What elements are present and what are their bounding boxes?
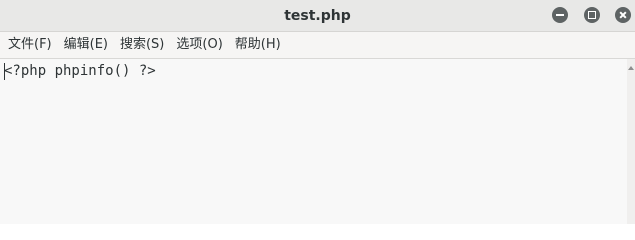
menu-bar: 文件(F) 编辑(E) 搜索(S) 选项(O) 帮助(H) <box>0 32 635 59</box>
minimize-button[interactable] <box>552 7 568 23</box>
menu-file[interactable]: 文件(F) <box>2 32 58 58</box>
minimize-icon <box>556 14 564 16</box>
menu-help[interactable]: 帮助(H) <box>229 32 287 58</box>
text-caret <box>4 63 5 80</box>
menu-search[interactable]: 搜索(S) <box>114 32 170 58</box>
menu-options[interactable]: 选项(O) <box>170 32 228 58</box>
title-bar[interactable]: test.php <box>0 0 635 32</box>
close-icon <box>615 7 631 23</box>
maximize-button[interactable] <box>584 7 600 23</box>
chevron-up-icon[interactable] <box>628 66 634 70</box>
text-editor-window: test.php 文件(F) 编辑(E) 搜索(S) 选项(O) 帮助(H) <… <box>0 0 635 224</box>
vertical-scrollbar[interactable] <box>627 59 635 224</box>
maximize-icon <box>588 11 596 19</box>
text-editor-area[interactable]: <?php phpinfo() ?> <box>0 59 627 224</box>
code-line-1[interactable]: <?php phpinfo() ?> <box>4 62 156 80</box>
menu-edit[interactable]: 编辑(E) <box>58 32 114 58</box>
window-title: test.php <box>284 8 351 24</box>
close-button[interactable] <box>615 7 631 23</box>
